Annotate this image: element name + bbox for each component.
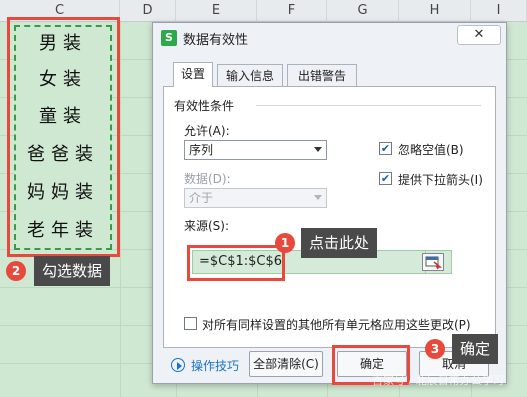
col-label: D [142, 3, 153, 18]
range-picker-button[interactable] [422, 253, 444, 271]
section-divider [256, 105, 481, 106]
chevron-down-icon [314, 147, 322, 152]
col-label: E [211, 3, 221, 18]
check-icon: ✔ [380, 172, 391, 185]
clear-all-button[interactable]: 全部清除(C) [249, 351, 323, 377]
callout-confirm: 确定 [452, 334, 499, 364]
col-header-d[interactable]: D [120, 0, 176, 22]
col-header-h[interactable]: H [399, 0, 471, 22]
grid-line [120, 22, 121, 397]
data-validation-dialog: S 数据有效性 ✕ 设置 输入信息 出错警告 有效性条件 允许(A): 序列 ✔… [152, 22, 507, 384]
tab-input-message[interactable]: 输入信息 [217, 64, 283, 87]
col-label: F [287, 3, 296, 18]
apply-all-label: 对所有同样设置的其他所有单元格应用这些更改(P) [202, 318, 471, 332]
allow-value: 序列 [189, 143, 214, 157]
col-header-i[interactable]: I [471, 0, 527, 22]
tab-error-alert[interactable]: 出错警告 [287, 64, 357, 87]
tab-settings[interactable]: 设置 [173, 62, 213, 87]
cell-c5[interactable]: 妈妈装 [16, 176, 110, 210]
check-icon: ✔ [380, 142, 391, 155]
chevron-down-icon [314, 195, 322, 200]
ignore-blank-label: 忽略空值(B) [398, 143, 464, 157]
dialog-title: 数据有效性 [183, 33, 249, 48]
step-badge-3: 3 [425, 339, 445, 359]
dropdown-arrow-checkbox[interactable]: ✔ [379, 172, 392, 185]
close-icon: ✕ [473, 27, 485, 42]
step-badge-1: 1 [275, 233, 295, 253]
app-icon: S [161, 30, 177, 46]
settings-panel: 有效性条件 允许(A): 序列 ✔ 忽略空值(B) 数据(D): ✔ 提供下拉箭… [163, 86, 496, 348]
source-highlight [187, 245, 285, 281]
callout-select-data: 勾选数据 [34, 256, 111, 286]
data-label: 数据(D): [184, 172, 231, 186]
dialog-titlebar[interactable]: S 数据有效性 ✕ [153, 23, 506, 53]
cell-c3[interactable]: 童装 [16, 100, 110, 134]
source-label: 来源(S): [184, 219, 230, 233]
cell-c1[interactable]: 男装 [16, 27, 110, 61]
col-header-f[interactable]: F [257, 0, 327, 22]
cell-c4[interactable]: 爸爸装 [16, 138, 110, 172]
step-badge-2: 2 [6, 261, 26, 281]
tips-link[interactable]: 操作技巧 [191, 357, 239, 374]
close-button[interactable]: ✕ [457, 25, 501, 45]
col-label: I [496, 3, 501, 18]
apply-all-checkbox[interactable] [184, 317, 197, 330]
dropdown-arrow-label: 提供下拉箭头(I) [398, 173, 483, 187]
col-label: C [54, 3, 65, 18]
ignore-blank-checkbox[interactable]: ✔ [379, 142, 392, 155]
range-picker-icon [425, 256, 443, 270]
cell-c6[interactable]: 老年装 [16, 214, 110, 248]
data-value: 介于 [189, 191, 214, 205]
watermark: 百家号 / 北辰日常办公学习 [372, 374, 504, 387]
col-label: G [357, 3, 368, 18]
cell-c2[interactable]: 女装 [16, 63, 110, 97]
play-icon [171, 358, 185, 372]
section-title: 有效性条件 [174, 99, 235, 113]
allow-select[interactable]: 序列 [184, 140, 327, 160]
data-select: 介于 [184, 188, 327, 208]
allow-label: 允许(A): [184, 124, 230, 138]
col-label: H [429, 3, 440, 18]
col-header-g[interactable]: G [327, 0, 399, 22]
col-header-e[interactable]: E [176, 0, 257, 22]
callout-click-here: 点击此处 [301, 228, 378, 258]
